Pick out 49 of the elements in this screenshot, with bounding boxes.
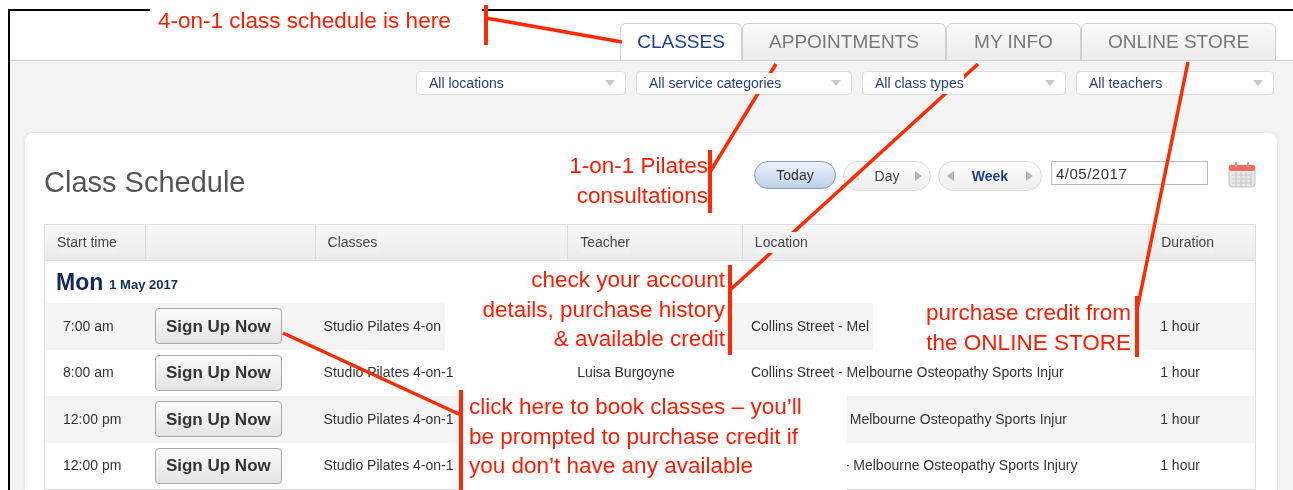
next-arrow-icon[interactable] (1026, 171, 1033, 181)
start-time: 12:00 pm (63, 457, 122, 474)
start-time: 12:00 pm (63, 410, 122, 427)
column-header: Classes (327, 232, 378, 253)
tab[interactable]: ONLINE STORE (1081, 23, 1276, 61)
filter-dropdown[interactable]: All teachers (1076, 71, 1274, 95)
sign-up-button[interactable]: Sign Up Now (154, 401, 282, 438)
start-time: 7:00 am (63, 317, 114, 334)
filter-value: All class types (875, 72, 964, 94)
filter-dropdown[interactable]: All locations (416, 71, 626, 95)
filter-dropdown[interactable]: All class types (862, 71, 1066, 95)
teacher-name: Luisa Burgoyne (577, 364, 675, 381)
calendar-icon[interactable] (1228, 162, 1256, 188)
filter-value: All service categories (649, 72, 782, 94)
duration: 1 hour (1160, 457, 1200, 474)
dropdown-caret-icon (831, 80, 841, 86)
location-name: Melbourne Osteopathy Sports Injur (849, 410, 1067, 427)
duration: 1 hour (1160, 410, 1200, 427)
class-name: Studio Pilates 4-on (323, 317, 442, 334)
column-header: Start time (57, 232, 117, 253)
location-name: Collins Street - Melbourne Osteopathy Sports Injur (750, 364, 1064, 381)
previous-arrow-icon[interactable] (947, 171, 954, 181)
day-heading: Mon (56, 267, 104, 297)
location-name: - Melbourne Osteopathy Sports Injury (844, 457, 1078, 474)
tab[interactable]: MY INFO (946, 23, 1081, 61)
tab[interactable]: CLASSES (620, 23, 742, 61)
day-date: 1 May 2017 (109, 275, 178, 294)
location-name: Collins Street - Mel (750, 317, 870, 334)
column-header: Location (754, 232, 808, 253)
sign-up-button[interactable]: Sign Up Now (154, 308, 282, 345)
duration: 1 hour (1160, 364, 1200, 381)
duration: 1 hour (1160, 317, 1200, 334)
dropdown-caret-icon (605, 80, 615, 86)
start-time: 8:00 am (63, 364, 114, 381)
view-button[interactable]: Week (938, 161, 1042, 191)
class-name: Studio Pilates 4-on-1 (323, 410, 454, 427)
page-title: Class Schedule (44, 165, 246, 199)
today-button[interactable]: Today (754, 161, 836, 189)
tab[interactable]: APPOINTMENTS (742, 23, 946, 61)
class-name: Studio Pilates 4-on-1 (323, 457, 454, 474)
date-field[interactable]: 4/05/2017 (1051, 161, 1208, 185)
column-header: Teacher (580, 232, 630, 253)
sign-up-button[interactable]: Sign Up Now (154, 447, 282, 484)
column-header: Duration (1161, 232, 1215, 253)
filter-dropdown[interactable]: All service categories (636, 71, 852, 95)
next-arrow-icon[interactable] (915, 171, 922, 181)
dropdown-caret-icon (1045, 80, 1055, 86)
sign-up-button[interactable]: Sign Up Now (154, 354, 282, 391)
dropdown-caret-icon (1253, 80, 1263, 86)
